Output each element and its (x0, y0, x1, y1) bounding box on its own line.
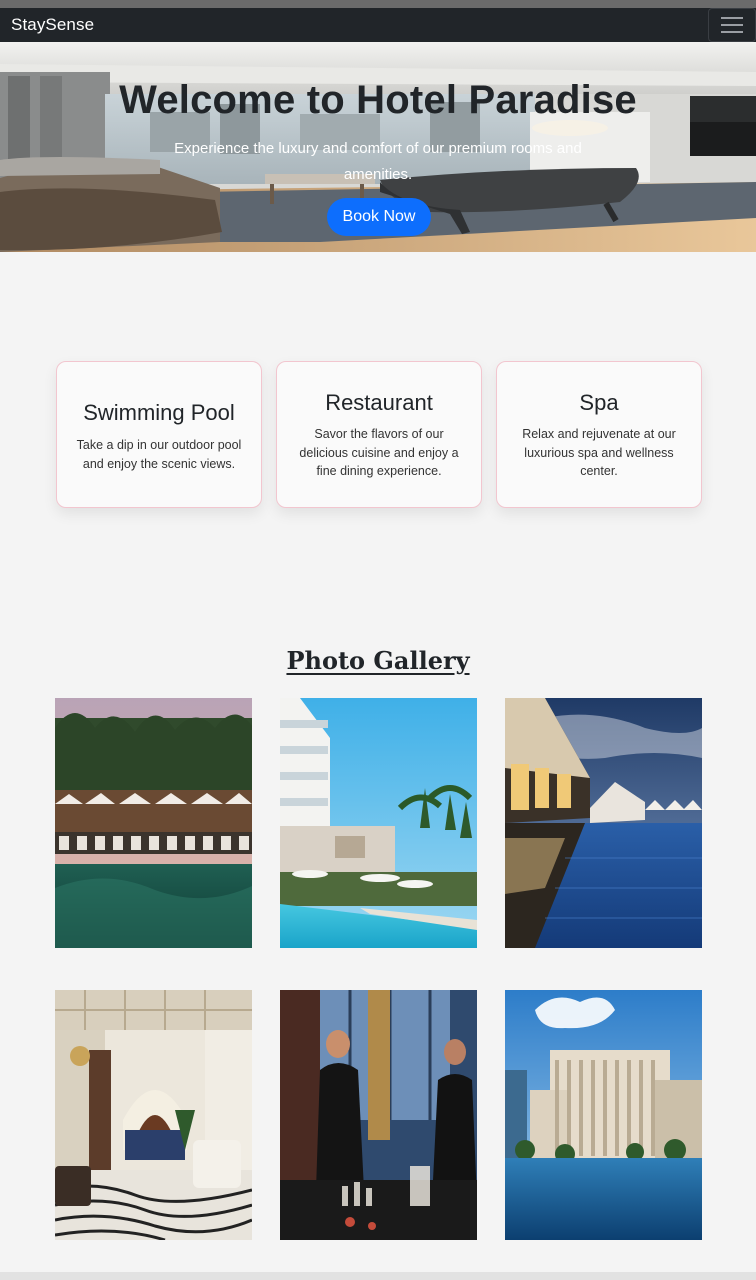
gallery-photo-6[interactable] (505, 990, 702, 1240)
feature-card-swimming-pool: Swimming Pool Take a dip in our outdoor … (56, 361, 262, 508)
feature-card-restaurant: Restaurant Savor the flavors of our deli… (276, 361, 482, 508)
feature-card-title: Spa (579, 390, 619, 415)
gallery-image (280, 990, 477, 1240)
gallery-image (280, 698, 477, 948)
book-now-button[interactable]: Book Now (327, 198, 431, 236)
gallery-title: Photo Gallery (286, 646, 470, 675)
feature-card-spa: Spa Relax and rejuvenate at our luxuriou… (496, 361, 702, 508)
navbar: StaySense (0, 8, 756, 42)
gallery-photo-5[interactable] (280, 990, 477, 1240)
feature-card-text: Take a dip in our outdoor pool and enjoy… (76, 438, 242, 471)
gallery-photo-2[interactable] (280, 698, 477, 948)
hamburger-menu-icon[interactable] (708, 8, 756, 42)
brand-link[interactable]: StaySense (11, 15, 94, 35)
hero-subtitle: Experience the luxury and comfort of our… (174, 140, 582, 183)
hero-section: Welcome to Hotel Paradise Experience the… (0, 42, 756, 252)
gallery-image (55, 990, 252, 1240)
top-edge (0, 0, 756, 8)
gallery-photo-4[interactable] (55, 990, 252, 1240)
bottom-edge (0, 1272, 756, 1280)
feature-card-text: Savor the flavors of our delicious cuisi… (299, 427, 459, 478)
gallery-photo-3[interactable] (505, 698, 702, 948)
gallery-image (505, 990, 702, 1240)
feature-card-text: Relax and rejuvenate at our luxurious sp… (522, 427, 676, 478)
feature-card-title: Restaurant (325, 390, 433, 415)
hero-title: Welcome to Hotel Paradise (119, 78, 637, 122)
gallery-image (55, 698, 252, 948)
gallery-photo-1[interactable] (55, 698, 252, 948)
feature-card-title: Swimming Pool (83, 400, 235, 425)
gallery-image (505, 698, 702, 948)
